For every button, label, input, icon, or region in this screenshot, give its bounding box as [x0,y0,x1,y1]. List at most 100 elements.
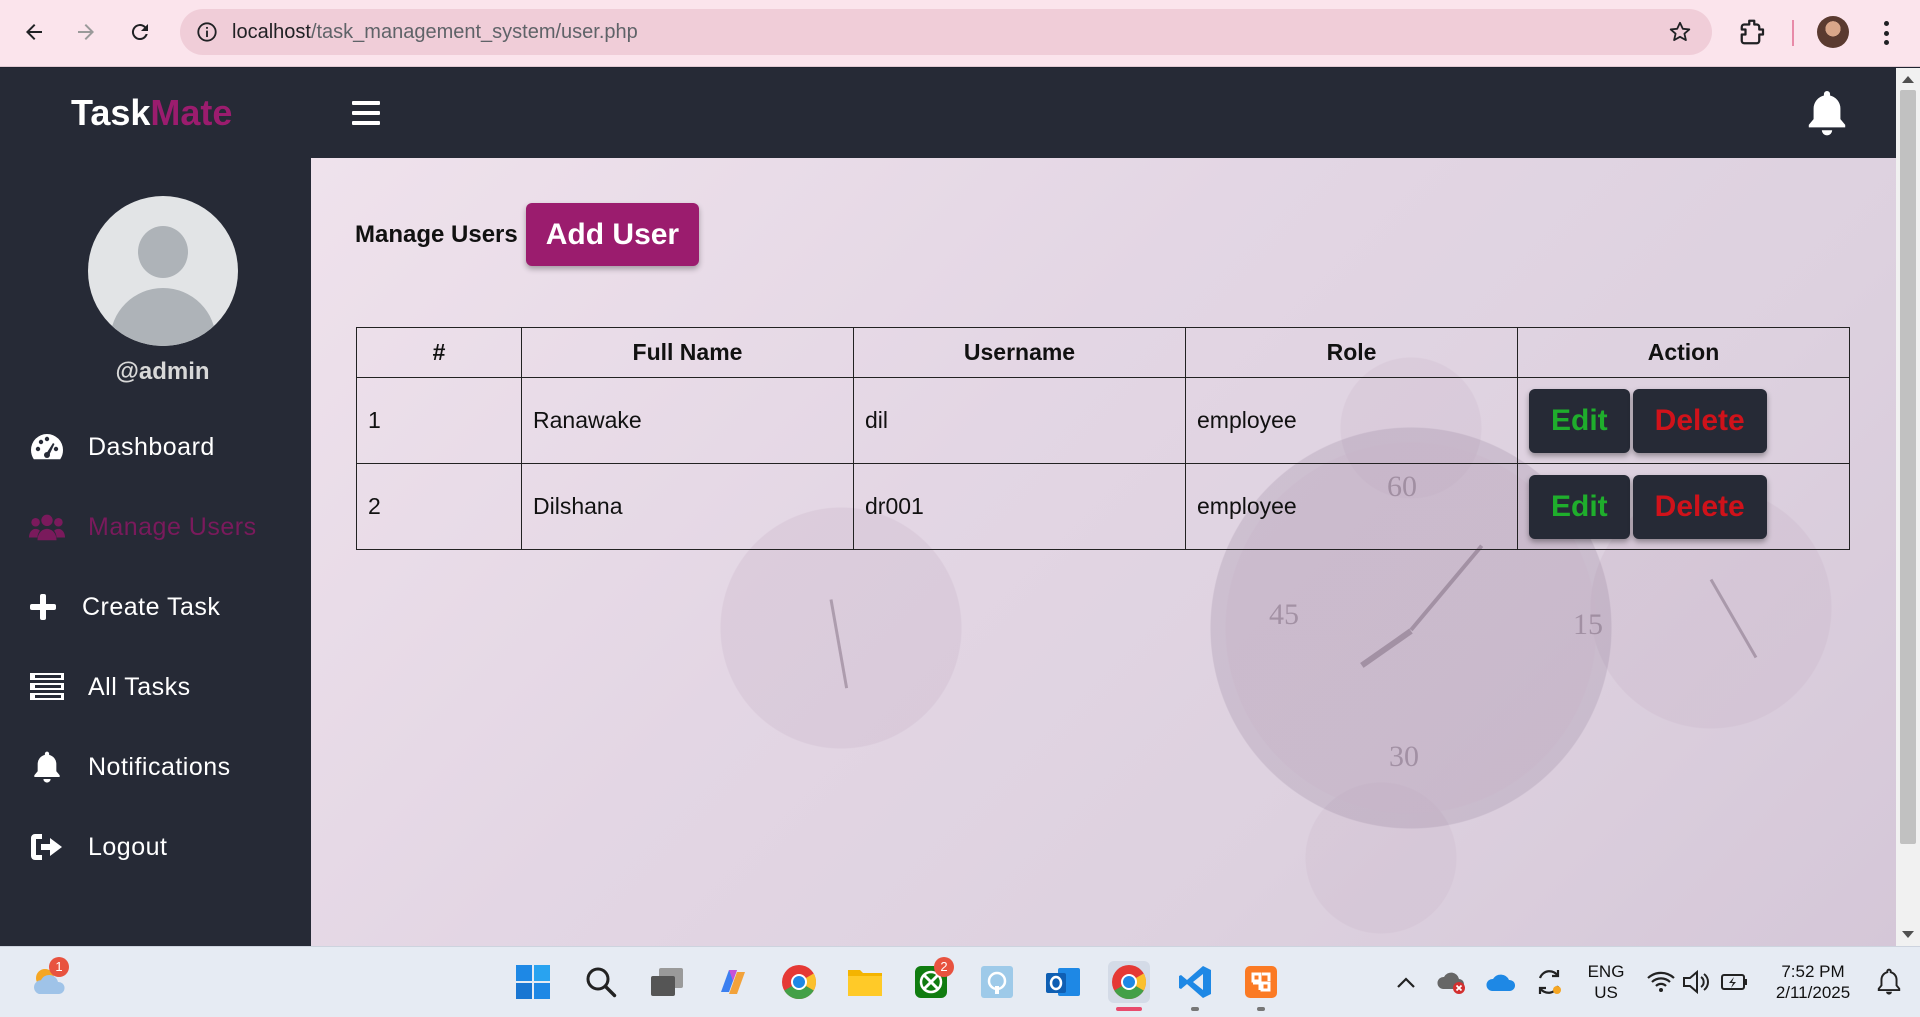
column-header: Role [1185,327,1518,378]
sidebar-item-logout[interactable]: Logout [28,825,167,869]
hamburger-menu-icon[interactable] [352,101,380,125]
add-user-button[interactable]: Add User [525,203,700,266]
outlook-icon[interactable] [1042,961,1084,1003]
bookmark-star-icon[interactable] [1668,20,1692,44]
cell-number: 2 [356,463,522,550]
address-bar[interactable]: localhost/task_management_system/user.ph… [180,9,1712,55]
table-row: 2 Dilshana dr001 employee Edit Delete [356,463,1850,550]
sidebar-username: @admin [115,358,210,385]
scroll-down-arrow-icon[interactable] [1902,931,1914,938]
background-stopwatch-hand [1409,544,1484,632]
scrollbar-thumb[interactable] [1900,90,1916,844]
page-title-row: Manage Users Add User [355,203,700,266]
delete-button[interactable]: Delete [1632,388,1767,453]
notification-center-icon[interactable] [1868,961,1910,1003]
scroll-up-arrow-icon[interactable] [1902,76,1914,83]
reload-icon [131,24,148,41]
cell-actions: Edit Delete [1517,377,1850,464]
cell-username: dil [853,377,1186,464]
windows-taskbar: 1 2 ENG US 7:52 PM 2/11/2025 [0,946,1920,1017]
task-view-icon[interactable] [646,961,688,1003]
sidebar: @admin Dashboard Manage Users Create Tas… [0,158,311,946]
brand-logo: TaskMate [71,92,232,134]
brand-part2: Mate [150,92,233,133]
cell-role: employee [1185,377,1518,464]
table-header-row: # Full Name Username Role Action [356,327,1850,378]
extensions-icon[interactable] [1738,17,1768,47]
sidebar-item-label: Notifications [88,752,231,781]
active-app-indicator [1116,1007,1142,1011]
background-stopwatch-numeral: 15 [1573,608,1603,641]
users-icon [28,508,66,546]
battery-charging-icon[interactable] [1714,961,1756,1003]
table-row: 1 Ranawake dil employee Edit Delete [356,377,1850,464]
logout-icon [28,828,66,866]
chrome-profile-icon[interactable] [1108,961,1150,1003]
browser-menu-icon[interactable] [1876,18,1896,48]
arrow-left-icon [26,24,42,40]
plus-icon [28,588,58,626]
forward-button[interactable] [66,12,106,52]
weather-badge: 1 [49,957,69,977]
sidebar-item-notifications[interactable]: Notifications [28,745,231,789]
dashboard-gauge-icon [28,428,66,466]
column-header: Username [853,327,1186,378]
cell-actions: Edit Delete [1517,463,1850,550]
open-app-indicator [1257,1007,1265,1011]
edit-button[interactable]: Edit [1529,474,1630,539]
background-stopwatch-hand [829,599,849,689]
language-region: US [1594,983,1618,1002]
chrome-icon[interactable] [778,961,820,1003]
clock-time: 7:52 PM [1781,962,1845,981]
profile-avatar[interactable] [1817,16,1849,48]
remote-desktop-icon[interactable] [976,961,1018,1003]
sidebar-item-create-task[interactable]: Create Task [28,585,220,629]
background-stopwatch-hand [1709,578,1758,659]
sidebar-item-all-tasks[interactable]: All Tasks [28,665,191,709]
sidebar-item-dashboard[interactable]: Dashboard [28,425,215,469]
page-scrollbar[interactable] [1896,68,1920,946]
volume-icon[interactable] [1676,961,1718,1003]
toolbar-divider [1792,20,1794,46]
reload-button[interactable] [120,12,160,52]
edit-button[interactable]: Edit [1529,388,1630,453]
main-content: 60 30 15 45 Manage Users Add User # Full… [311,158,1896,946]
user-avatar [88,196,238,346]
cloud-error-icon[interactable] [1430,961,1472,1003]
sync-icon[interactable] [1528,961,1570,1003]
background-stopwatch-numeral: 45 [1269,598,1299,631]
sidebar-item-manage-users[interactable]: Manage Users [28,505,257,549]
column-header: Action [1517,327,1850,378]
site-info-icon[interactable] [196,21,218,43]
search-icon[interactable] [580,961,622,1003]
url-host: localhost [232,20,311,43]
language-indicator[interactable]: ENG US [1582,961,1630,1003]
app-header: TaskMate [0,68,1896,158]
page-title: Manage Users [355,220,518,248]
copilot-icon[interactable] [712,961,754,1003]
sidebar-item-label: All Tasks [88,672,191,701]
column-header: Full Name [521,327,854,378]
sidebar-item-label: Dashboard [88,432,215,461]
users-table: # Full Name Username Role Action 1 Ranaw… [356,327,1850,550]
show-hidden-icons-chevron-icon[interactable] [1385,961,1427,1003]
onedrive-icon[interactable] [1480,961,1522,1003]
background-stopwatch-numeral: 30 [1389,740,1419,773]
url-text: localhost/task_management_system/user.ph… [232,21,638,44]
browser-toolbar: localhost/task_management_system/user.ph… [0,0,1920,67]
start-windows-icon[interactable] [512,961,554,1003]
back-button[interactable] [14,12,54,52]
clock[interactable]: 7:52 PM 2/11/2025 [1766,961,1860,1003]
notification-bell-icon[interactable] [1804,88,1850,138]
sidebar-item-label: Create Task [82,592,221,621]
vscode-icon[interactable] [1174,961,1216,1003]
open-app-indicator [1191,1007,1199,1011]
bell-icon [28,748,66,786]
task-list-icon [28,668,66,706]
xbox-badge: 2 [934,957,954,977]
column-header: # [356,327,522,378]
xampp-icon[interactable] [1240,961,1282,1003]
file-explorer-icon[interactable] [844,961,886,1003]
background-stopwatch-hand [1360,628,1413,668]
delete-button[interactable]: Delete [1632,474,1767,539]
